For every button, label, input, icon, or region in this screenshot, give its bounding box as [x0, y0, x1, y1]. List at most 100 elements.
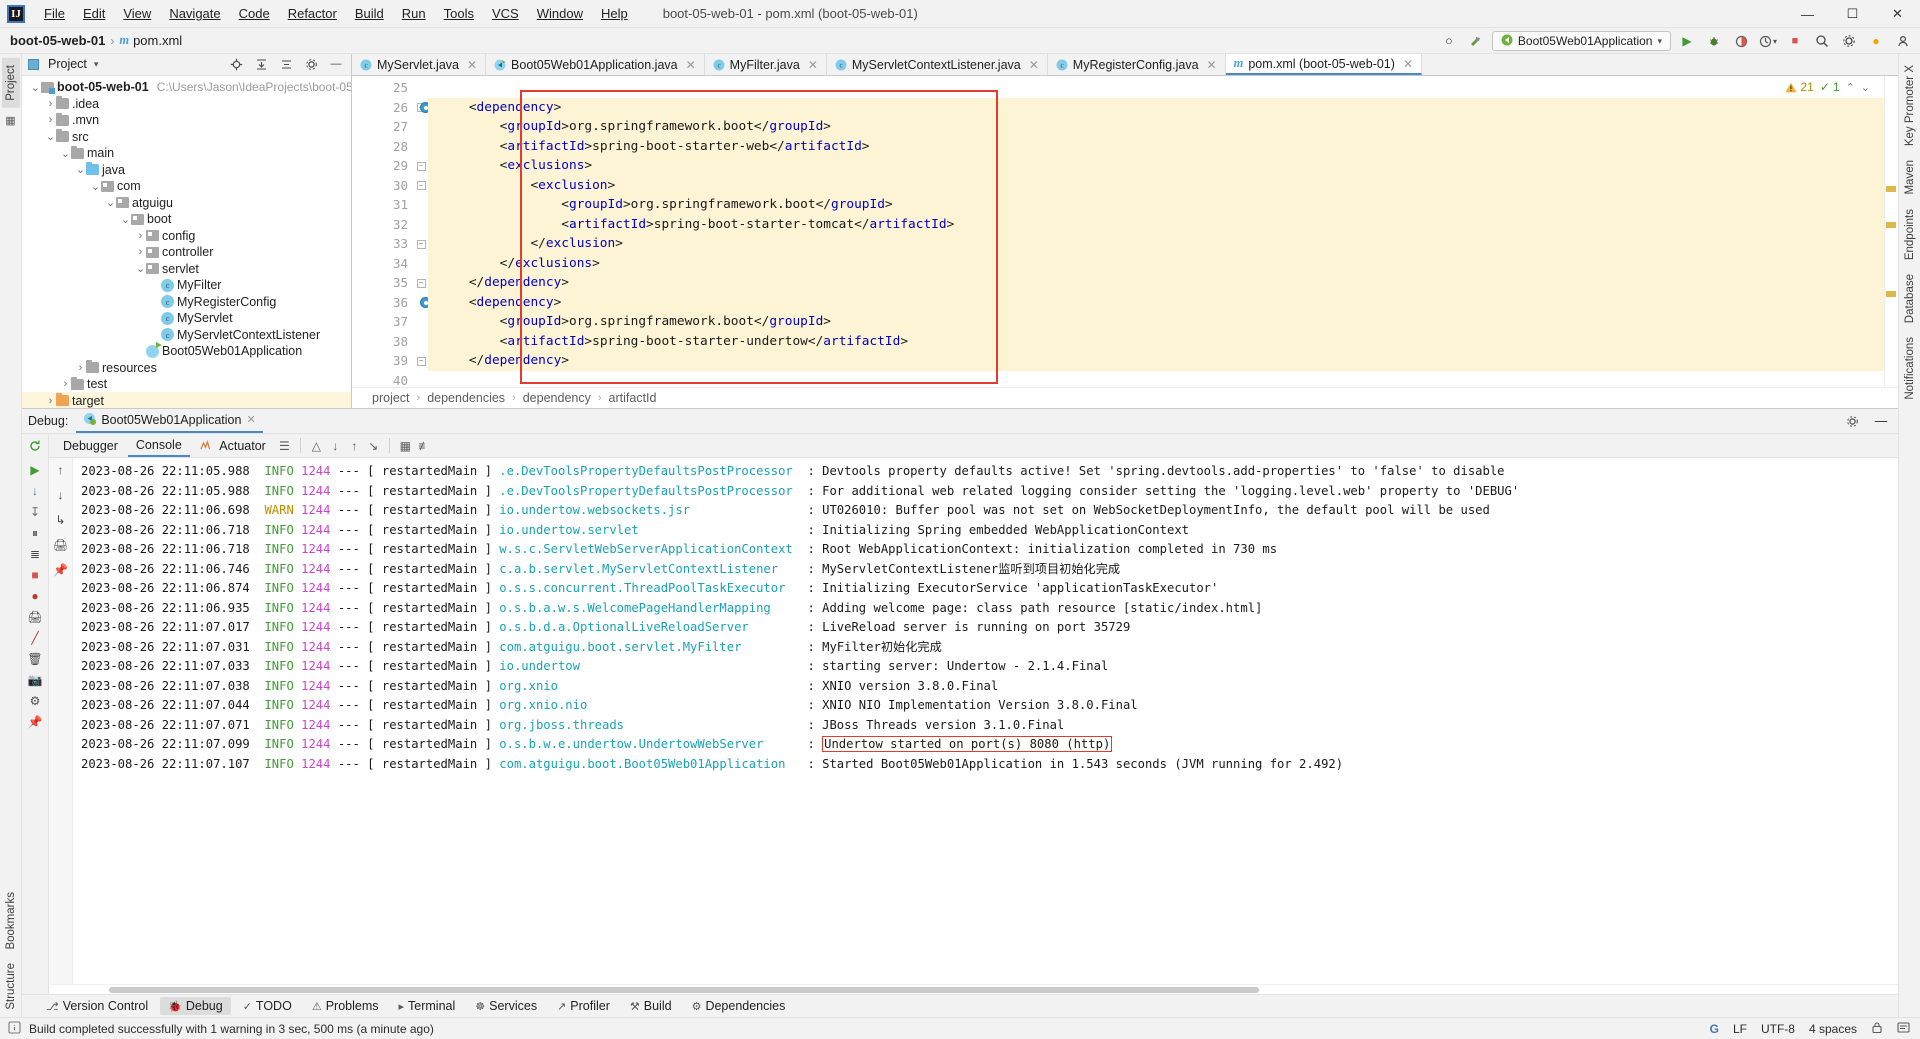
- line-number[interactable]: 39: [352, 351, 414, 371]
- inspection-widget[interactable]: 21 ✓ 1 ⌃ ⌄: [1785, 80, 1870, 94]
- breadcrumb-item[interactable]: artifactId: [609, 391, 657, 405]
- sidebar-item-endpoints[interactable]: Endpoints: [1901, 202, 1919, 267]
- console-output[interactable]: 2023-08-26 22:11:05.988 INFO 1244 --- [ …: [73, 458, 1898, 984]
- structure-stripe-icon[interactable]: ▦: [5, 114, 15, 127]
- chevron-icon[interactable]: ⌄: [60, 147, 71, 160]
- bottom-tab-problems[interactable]: ⚠Problems: [304, 997, 387, 1015]
- stop-icon[interactable]: ■: [31, 569, 38, 581]
- tree-node[interactable]: cMyServletContextListener: [22, 326, 351, 343]
- settings-icon[interactable]: ⚙: [30, 695, 41, 707]
- project-view-chevron-icon[interactable]: ▾: [94, 59, 99, 70]
- scroll-to-end-icon[interactable]: ↘: [365, 439, 382, 453]
- collapse-region-icon[interactable]: −: [417, 181, 426, 190]
- scrollbar-thumb[interactable]: [109, 987, 1259, 993]
- editor-tab[interactable]: cMyFilter.java✕: [705, 54, 827, 75]
- line-number[interactable]: 35: [352, 273, 414, 293]
- breadcrumb-file[interactable]: pom.xml: [133, 33, 182, 48]
- file-encoding[interactable]: UTF-8: [1761, 1022, 1795, 1036]
- tree-node[interactable]: ⌄boot-05-web-01C:\Users\Jason\IdeaProjec…: [22, 79, 351, 96]
- tab-debugger[interactable]: Debugger: [55, 436, 126, 456]
- line-number[interactable]: 34: [352, 254, 414, 274]
- close-icon[interactable]: ✕: [246, 413, 255, 426]
- stop-button[interactable]: ■: [1784, 31, 1806, 51]
- menu-window[interactable]: Window: [528, 3, 592, 24]
- profile-icon[interactable]: ○: [1438, 31, 1460, 51]
- print-icon[interactable]: 🖨: [27, 611, 42, 623]
- inspection-ok[interactable]: ✓ 1: [1820, 80, 1840, 94]
- event-log-icon[interactable]: [1897, 1021, 1910, 1037]
- breadcrumb-item[interactable]: project: [372, 391, 410, 405]
- collapse-all-icon[interactable]: [275, 54, 297, 74]
- tab-console[interactable]: Console: [128, 435, 190, 457]
- next-problem-icon[interactable]: ⌄: [1861, 81, 1870, 94]
- bottom-tab-terminal[interactable]: ▸Terminal: [390, 997, 463, 1015]
- code-line[interactable]: <exclusions>: [428, 156, 1898, 176]
- code-line[interactable]: <groupId>org.springframework.boot</group…: [428, 195, 1898, 215]
- tree-node[interactable]: ⌄src: [22, 128, 351, 145]
- close-icon[interactable]: ✕: [686, 58, 696, 72]
- prev-problem-icon[interactable]: ⌃: [1846, 81, 1855, 94]
- sidebar-item-structure[interactable]: Structure: [2, 956, 20, 1017]
- lock-icon[interactable]: [1871, 1021, 1883, 1037]
- line-number[interactable]: 25: [352, 78, 414, 98]
- project-tree[interactable]: ⌄boot-05-web-01C:\Users\Jason\IdeaProjec…: [22, 76, 351, 408]
- scroll-down-icon[interactable]: ↓: [58, 488, 64, 502]
- code-line[interactable]: <exclusion>: [428, 176, 1898, 196]
- resume-icon[interactable]: ▶: [30, 464, 39, 476]
- breadcrumb-item[interactable]: dependencies: [427, 391, 505, 405]
- fold-toggle-icon[interactable]: −: [414, 176, 428, 196]
- expand-all-icon[interactable]: [250, 54, 272, 74]
- tree-node[interactable]: cMyServlet: [22, 310, 351, 327]
- close-icon[interactable]: ✕: [1207, 58, 1217, 72]
- tree-node[interactable]: ›test: [22, 376, 351, 393]
- bottom-tab-profiler[interactable]: ↗Profiler: [549, 997, 618, 1015]
- bottom-tab-dependencies[interactable]: ⚙Dependencies: [684, 997, 794, 1015]
- editor-tab[interactable]: mpom.xml (boot-05-web-01)✕: [1226, 54, 1422, 75]
- stripe-marker[interactable]: [1886, 186, 1896, 192]
- fold-toggle-icon[interactable]: −: [414, 156, 428, 176]
- bottom-tab-services[interactable]: ☸Services: [467, 997, 545, 1015]
- tab-actuator[interactable]: Actuator: [192, 436, 274, 456]
- close-icon[interactable]: ✕: [1029, 58, 1039, 72]
- editor-fold-column[interactable]: −−−−−−−: [414, 76, 428, 387]
- tree-node[interactable]: ⌄com: [22, 178, 351, 195]
- rerun-icon[interactable]: [28, 439, 42, 455]
- translate-icon[interactable]: G: [1710, 1022, 1719, 1036]
- settings-gear-icon[interactable]: [1838, 31, 1860, 51]
- menu-navigate[interactable]: Navigate: [160, 3, 229, 24]
- tree-node[interactable]: Boot05Web01Application: [22, 343, 351, 360]
- menu-vcs[interactable]: VCS: [483, 3, 528, 24]
- bottom-tab-todo[interactable]: ✓TODO: [235, 997, 300, 1015]
- code-line[interactable]: [428, 78, 1898, 98]
- editor-tab[interactable]: cMyServlet.java✕: [352, 54, 486, 75]
- run-configuration-selector[interactable]: Boot05Web01Application ▾: [1492, 31, 1671, 51]
- close-icon[interactable]: ✕: [1403, 57, 1413, 71]
- bottom-tab-build[interactable]: ⚒Build: [622, 997, 680, 1015]
- chevron-icon[interactable]: ⌄: [90, 180, 101, 193]
- chevron-icon[interactable]: ›: [75, 362, 86, 374]
- collapse-region-icon[interactable]: −: [417, 279, 426, 288]
- scroll-down-icon[interactable]: ↓: [327, 439, 344, 453]
- menu-view[interactable]: View: [114, 3, 160, 24]
- account-icon[interactable]: [1892, 31, 1914, 51]
- tree-node[interactable]: ›resources: [22, 359, 351, 376]
- chevron-icon[interactable]: ›: [45, 114, 56, 126]
- chevron-icon[interactable]: ⌄: [75, 163, 86, 176]
- code-line[interactable]: <dependency>: [428, 293, 1898, 313]
- close-button[interactable]: ✕: [1875, 0, 1920, 28]
- line-number[interactable]: 28: [352, 137, 414, 157]
- line-separator[interactable]: LF: [1733, 1022, 1747, 1036]
- collapse-region-icon[interactable]: −: [417, 240, 426, 249]
- evaluate-icon[interactable]: ≣: [30, 548, 40, 560]
- mute-breakpoints-icon[interactable]: ●: [31, 590, 38, 602]
- chevron-icon[interactable]: ⌄: [45, 130, 56, 143]
- line-number[interactable]: 32: [352, 215, 414, 235]
- tree-node[interactable]: cMyRegisterConfig: [22, 293, 351, 310]
- menu-run[interactable]: Run: [393, 3, 435, 24]
- close-icon[interactable]: ✕: [467, 58, 477, 72]
- line-number[interactable]: 33: [352, 234, 414, 254]
- locate-icon[interactable]: [225, 54, 247, 74]
- code-area[interactable]: <dependency> <groupId>org.springframewor…: [428, 76, 1898, 387]
- line-number[interactable]: 38: [352, 332, 414, 352]
- editor-tab[interactable]: cMyServletContextListener.java✕: [827, 54, 1048, 75]
